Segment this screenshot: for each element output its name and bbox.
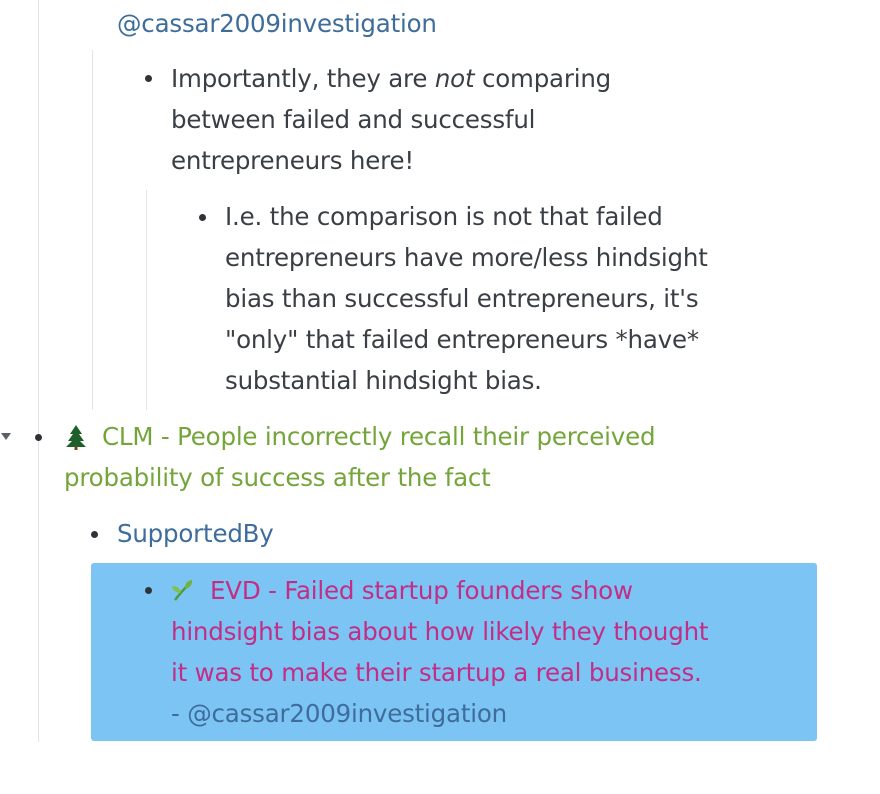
- evidence-line-2: hindsight bias about how likely they tho…: [171, 617, 709, 646]
- note-line-3: entrepreneurs here!: [171, 146, 414, 175]
- note-line-2: between failed and successful: [171, 105, 536, 134]
- collapse-caret-icon[interactable]: [1, 433, 11, 440]
- supported-by-link[interactable]: SupportedBy: [117, 513, 274, 554]
- subnote-line-3: bias than successful entrepreneurs, it's: [225, 284, 699, 313]
- subnote-line-1: I.e. the comparison is not that failed: [225, 202, 663, 231]
- evergreen-tree-icon: [64, 424, 88, 450]
- claim-line-1: CLM - People incorrectly recall their pe…: [102, 422, 656, 451]
- evidence-reference-link[interactable]: - @cassar2009investigation: [171, 693, 507, 734]
- subnote-line-2: entrepreneurs have more/less hindsight: [225, 243, 708, 272]
- bullet[interactable]: [35, 434, 42, 441]
- evidence-line-3: it was to make their startup a real busi…: [171, 658, 702, 687]
- bullet[interactable]: [199, 214, 206, 221]
- evidence-line-1: EVD - Failed startup founders show: [210, 576, 633, 605]
- bullet[interactable]: [145, 75, 152, 82]
- indent-guide-level-2: [146, 190, 147, 410]
- subnote-line-5: substantial hindsight bias.: [225, 366, 542, 395]
- indent-guide-level-1: [92, 50, 93, 410]
- subnote-line-4: "only" that failed entrepreneurs *have*: [225, 325, 699, 354]
- reference-link[interactable]: @cassar2009investigation: [117, 3, 437, 44]
- indent-guide-level-0: [38, 0, 39, 742]
- bullet[interactable]: [145, 587, 152, 594]
- seedling-icon: [171, 578, 197, 602]
- bullet[interactable]: [91, 531, 98, 538]
- claim-line-2: probability of success after the fact: [64, 463, 491, 492]
- note-line-1: Importantly, they are not comparing: [171, 64, 612, 93]
